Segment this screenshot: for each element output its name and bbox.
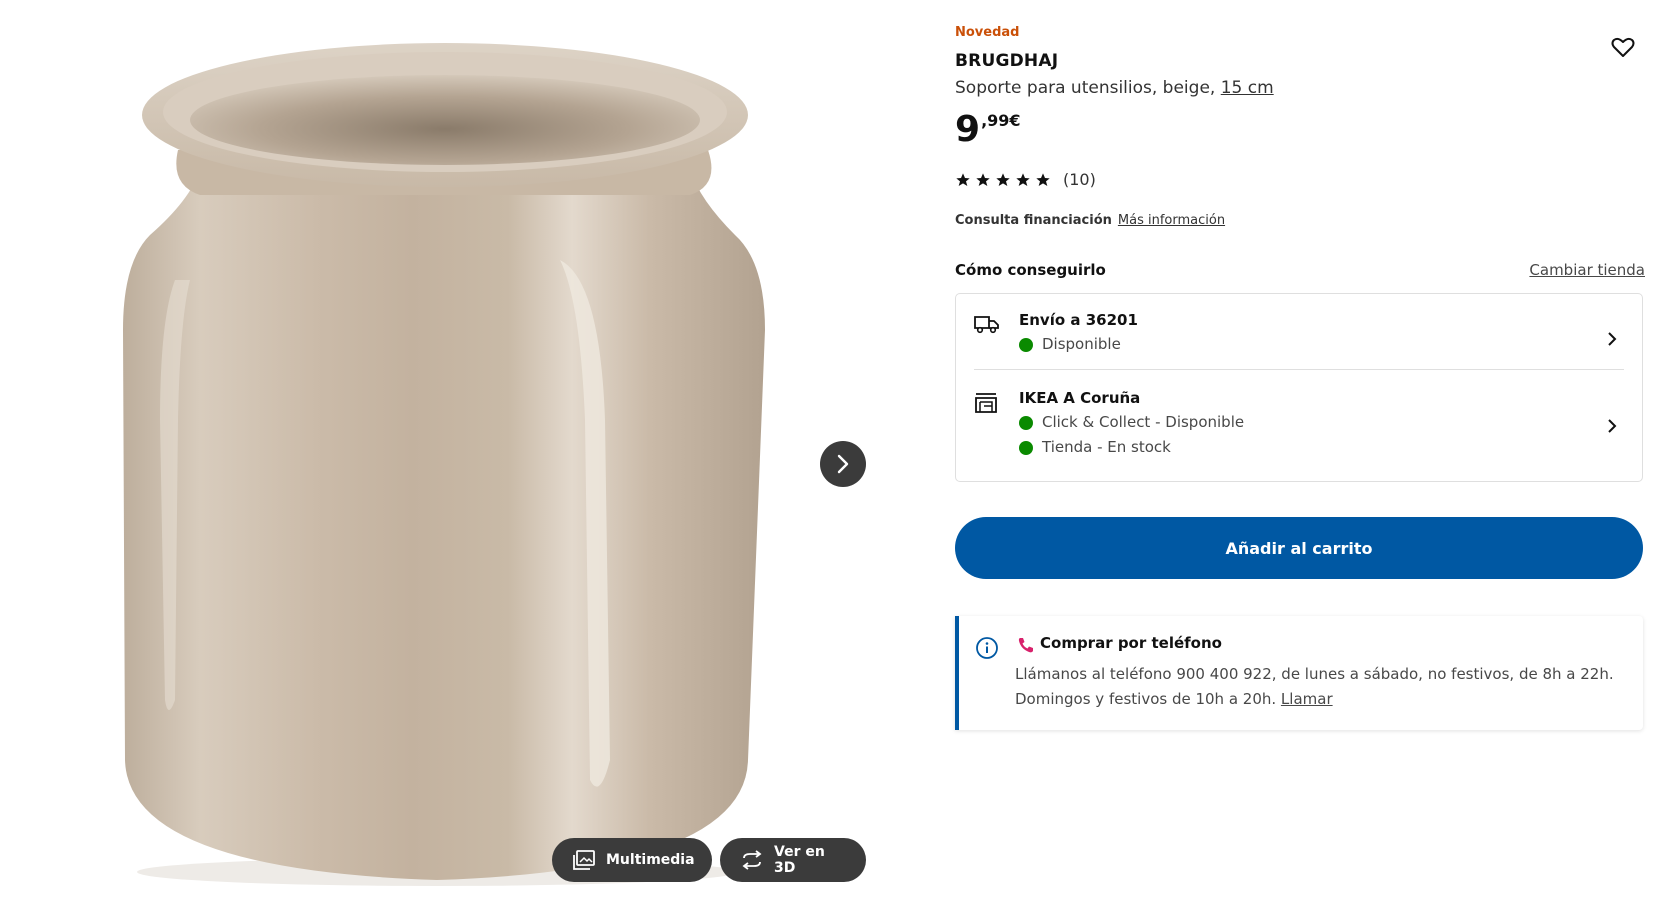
product-info: Novedad BRUGDHAJ Soporte para utensilios… [955,0,1645,906]
delivery-option[interactable]: Envío a 36201 Disponible [974,308,1624,370]
change-store-link[interactable]: Cambiar tienda [1529,261,1645,279]
product-name: BRUGDHAJ [955,51,1059,71]
price-integer: 9 [955,109,981,150]
financing-more-info-link[interactable]: Más información [1118,213,1225,228]
next-image-button[interactable] [820,441,866,487]
store-stock-status-text: Tienda - En stock [1042,438,1171,456]
view-3d-label: Ver en 3D [774,844,825,876]
add-to-cart-button[interactable]: Añadir al carrito [955,517,1643,579]
store-stock-status: Tienda - En stock [1019,435,1600,460]
star-icon [1016,172,1030,186]
click-collect-status-text: Click & Collect - Disponible [1042,413,1245,431]
store-heading: IKEA A Coruña [1019,389,1141,407]
delivery-status: Disponible [1019,332,1600,357]
phone-icon [1018,638,1033,653]
product-size-link[interactable]: 15 cm [1221,78,1274,98]
gallery-icon [573,850,595,870]
price-decimal: ,99€ [981,111,1021,130]
rotate-3d-icon [742,850,762,870]
delivery-status-text: Disponible [1042,335,1121,353]
phone-purchase-title: Comprar por teléfono [1040,634,1222,652]
chevron-right-icon [1608,419,1617,433]
rating-count: (10) [1063,170,1096,189]
click-collect-status: Click & Collect - Disponible [1019,410,1600,435]
product-description-text: Soporte para utensilios, beige, [955,78,1221,98]
availability-title: Cómo conseguirlo [955,261,1106,279]
call-link[interactable]: Llamar [1281,690,1333,708]
chevron-right-icon [837,454,849,474]
star-icon [996,172,1010,186]
favorite-button[interactable] [1610,34,1636,60]
heart-icon [1611,37,1635,57]
store-icon [975,393,997,413]
delivery-heading: Envío a 36201 [1019,311,1138,329]
available-dot-icon [1019,415,1033,430]
product-image[interactable] [0,0,870,906]
rating[interactable]: (10) [955,170,1096,189]
truck-icon [974,316,999,334]
chevron-right-icon [1608,331,1617,346]
new-badge: Novedad [955,25,1020,40]
product-description: Soporte para utensilios, beige, 15 cm [955,78,1274,98]
view-3d-button[interactable]: Ver en 3D [720,838,866,882]
available-dot-icon [1019,440,1033,455]
info-icon [976,637,998,659]
product-media: Multimedia Ver en 3D [0,0,870,906]
availability-box: Envío a 36201 Disponible IKEA A Coruña C… [955,293,1643,482]
multimedia-button[interactable]: Multimedia [552,838,712,882]
available-dot-icon [1019,337,1033,352]
rating-stars [955,172,1051,188]
price: 9 ,99€ [955,108,1021,152]
star-icon [976,172,990,186]
store-option[interactable]: IKEA A Coruña Click & Collect - Disponib… [974,386,1624,466]
financing: Consulta financiación Más información [955,213,1225,228]
multimedia-label: Multimedia [606,852,695,868]
phone-purchase-box: Comprar por teléfono Llámanos al teléfon… [955,616,1643,730]
phone-purchase-body: Llámanos al teléfono 900 400 922, de lun… [1015,662,1635,712]
financing-label: Consulta financiación [955,213,1112,228]
star-icon [1036,172,1050,186]
star-icon [956,172,970,186]
